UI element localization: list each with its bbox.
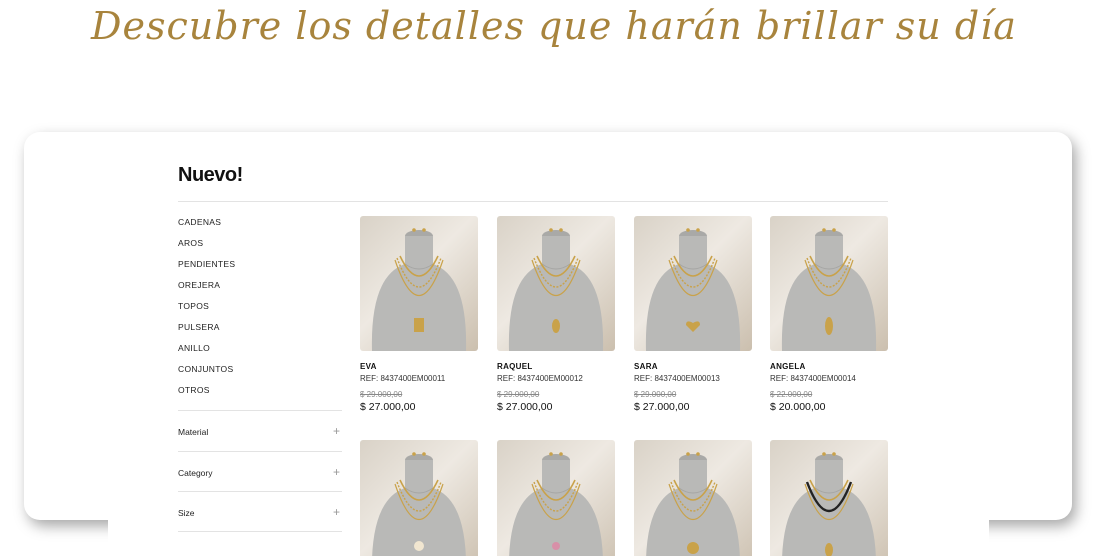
product-card[interactable] <box>770 440 888 556</box>
necklace-photo <box>782 452 876 556</box>
product-price: $ 20.000,00 <box>770 401 826 413</box>
title-divider <box>178 201 888 202</box>
category-orejera[interactable]: OREJERA <box>178 280 235 301</box>
filter-label: Category <box>178 467 213 478</box>
plus-icon[interactable]: + <box>333 505 340 519</box>
product-image[interactable] <box>360 440 478 556</box>
category-pulsera[interactable]: PULSERA <box>178 322 235 343</box>
product-name[interactable]: RAQUEL <box>497 362 615 371</box>
category-anillo[interactable]: ANILLO <box>178 343 235 364</box>
pendant <box>552 319 560 333</box>
pendant <box>414 318 424 332</box>
necklace-photo <box>781 228 877 351</box>
product-name[interactable]: ANGELA <box>770 362 888 371</box>
product-card[interactable] <box>497 440 615 556</box>
necklace-photo <box>371 228 467 351</box>
category-list: CADENAS AROS PENDIENTES OREJERA TOPOS PU… <box>178 217 235 406</box>
product-card[interactable] <box>360 440 478 556</box>
plus-icon[interactable]: + <box>333 465 340 479</box>
product-image[interactable] <box>497 216 615 351</box>
product-ref: REF: 8437400EM00013 <box>634 374 720 383</box>
category-aros[interactable]: AROS <box>178 238 235 259</box>
pendant <box>825 317 833 335</box>
category-cadenas[interactable]: CADENAS <box>178 217 235 238</box>
product-old-price: $ 29.000,00 <box>360 390 403 399</box>
category-otros[interactable]: OTROS <box>178 385 235 406</box>
necklace-photo <box>645 228 741 351</box>
category-topos[interactable]: TOPOS <box>178 301 235 322</box>
category-pendientes[interactable]: PENDIENTES <box>178 259 235 280</box>
product-old-price: $ 22.000,00 <box>770 390 813 399</box>
necklace-photo <box>508 228 604 351</box>
page-title: Nuevo! <box>178 164 243 186</box>
product-name[interactable]: SARA <box>634 362 752 371</box>
pendant <box>552 542 560 550</box>
product-image[interactable] <box>770 440 888 556</box>
product-image[interactable] <box>360 216 478 351</box>
product-card[interactable]: ANGELA REF: 8437400EM00014 $ 22.000,00 $… <box>770 216 888 413</box>
product-card[interactable]: RAQUEL REF: 8437400EM00012 $ 29.000,00 $… <box>497 216 615 413</box>
product-old-price: $ 29.000,00 <box>497 390 540 399</box>
necklace-photo <box>646 452 740 556</box>
product-card[interactable] <box>634 440 752 556</box>
filter-label: Material <box>178 427 209 437</box>
pendant <box>414 541 424 551</box>
filter-panel: Material + Category + Size + <box>178 410 342 532</box>
filter-label: Size <box>178 508 195 518</box>
necklace-photo <box>509 452 603 556</box>
plus-icon[interactable]: + <box>333 424 340 438</box>
product-price: $ 27.000,00 <box>634 401 690 413</box>
product-price: $ 27.000,00 <box>497 401 553 413</box>
promo-headline: Descubre los detalles que harán brillar … <box>91 4 1017 48</box>
filter-category[interactable]: Category + <box>178 450 342 492</box>
product-image[interactable] <box>497 440 615 556</box>
product-old-price: $ 29.000,00 <box>634 390 677 399</box>
filter-material[interactable]: Material + <box>178 410 342 451</box>
necklace-photo <box>372 452 466 556</box>
product-image[interactable] <box>770 216 888 351</box>
product-ref: REF: 8437400EM00012 <box>497 374 583 383</box>
category-conjuntos[interactable]: CONJUNTOS <box>178 364 235 385</box>
product-card[interactable]: SARA REF: 8437400EM00013 $ 29.000,00 $ 2… <box>634 216 752 413</box>
product-card[interactable]: EVA REF: 8437400EM00011 $ 29.000,00 $ 27… <box>360 216 478 413</box>
product-name[interactable]: EVA <box>360 362 478 371</box>
product-image[interactable] <box>634 440 752 556</box>
product-ref: REF: 8437400EM00011 <box>360 374 446 383</box>
product-image[interactable] <box>634 216 752 351</box>
filter-size[interactable]: Size + <box>178 491 342 532</box>
product-price: $ 27.000,00 <box>360 401 416 413</box>
product-ref: REF: 8437400EM00014 <box>770 374 856 383</box>
pendant <box>687 542 699 554</box>
